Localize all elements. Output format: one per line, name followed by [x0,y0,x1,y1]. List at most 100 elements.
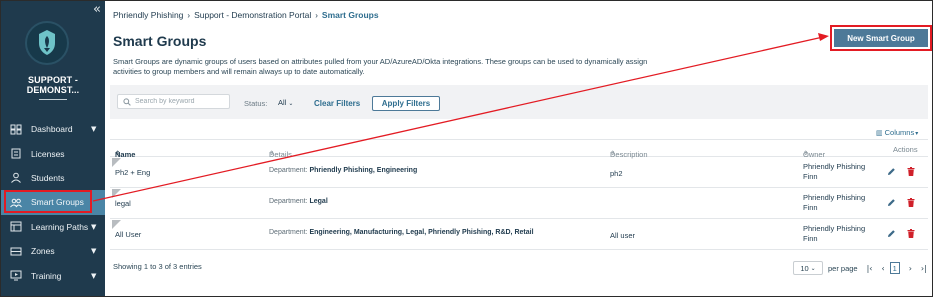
columns-icon: ▥ [876,129,883,137]
status-value: All [278,98,287,107]
annotation-highlight-box: New Smart Group [830,25,932,51]
sidebar-item-learning-paths[interactable]: Learning Paths ▼ [1,215,105,239]
training-icon [10,270,22,281]
owner-org: Phriendly Phishing [803,162,866,171]
per-page-select[interactable]: 10 ⌄ [793,261,823,275]
chevron-down-icon: ▼ [91,271,97,280]
delete-icon[interactable] [907,229,915,240]
breadcrumb-link[interactable]: Phriendly Phishing [113,10,183,20]
owner-name: Finn [803,172,818,181]
group-details: Department: Phriendly Phishing, Engineer… [269,167,417,174]
group-description: All user [610,231,636,240]
annotation-highlight-box [4,190,92,213]
sidebar-item-students[interactable]: Students [1,166,105,190]
edit-icon[interactable] [887,229,896,240]
owner-org: Phriendly Phishing [803,193,866,202]
learning-paths-icon [10,221,22,232]
column-header-actions: Actions [893,145,918,154]
page-number-current[interactable]: 1 [889,262,900,274]
delete-icon[interactable] [907,167,915,178]
group-details: Department: Legal [269,198,328,205]
columns-label: Columns [884,128,915,137]
owner-name: Finn [803,234,818,243]
delete-icon[interactable] [907,198,915,209]
filter-bar: Status: All⌄ Clear Filters Apply Filters [110,85,928,119]
sidebar-item-label: Zones [31,246,55,257]
owner-org: Phriendly Phishing [803,224,866,233]
sidebar-item-label: Training [31,270,62,281]
page-description: Smart Groups are dynamic groups of users… [113,57,648,76]
chevron-down-icon: ▾ [915,130,919,137]
group-owner: Phriendly Phishing Finn [803,224,865,244]
breadcrumb-current: Smart Groups [321,10,379,20]
owner-name: Finn [803,203,818,212]
edit-icon[interactable] [887,198,896,209]
sidebar-item-dashboard[interactable]: Dashboard ▼ [1,117,105,141]
chevron-down-icon: ▼ [91,222,97,231]
prev-page-icon[interactable]: ‹ [882,264,885,273]
collapse-sidebar-icon[interactable]: « [93,2,101,17]
chevron-down-icon: ▼ [91,247,97,256]
organization-name: SUPPORT - DEMONST... [26,75,80,95]
group-name: Ph2 + Eng [115,168,151,177]
group-owner: Phriendly Phishing Finn [803,162,865,182]
chevron-down-icon: ⌄ [288,100,294,107]
group-owner: Phriendly Phishing Finn [803,193,865,213]
search-icon [123,93,131,111]
next-page-icon[interactable]: › [909,264,912,273]
app-window: « SUPPORT - DEMONST... Dashboard ▼ Licen… [0,0,933,297]
row-marker [112,220,121,229]
sidebar-item-training[interactable]: Training ▼ [1,263,105,287]
breadcrumb-separator: › [187,11,191,20]
search-box[interactable] [117,94,230,109]
organization-logo [25,21,69,65]
group-details: Department: Engineering, Manufacturing, … [269,229,534,236]
main-content: Phriendly Phishing › Support - Demonstrati… [105,1,932,296]
last-page-icon[interactable]: ›| [921,264,927,273]
chevron-down-icon: ⌄ [810,264,816,272]
sidebar-item-licenses[interactable]: Licenses [1,141,105,165]
detail-value: Phriendly Phishing, Engineering [309,167,418,174]
table-row[interactable]: All User Department: Engineering, Manufa… [110,219,928,250]
status-select[interactable]: All ⌄ [278,98,293,107]
smart-groups-table: ⇕ Name ⇕ Details ⇕ Description ⇕ Owner Actio… [110,139,928,250]
apply-filters-button[interactable]: Apply Filters [372,96,440,111]
first-page-icon[interactable]: |‹ [867,264,873,273]
divider [39,99,67,100]
detail-label: Department: [269,198,308,205]
breadcrumb-link[interactable]: Support - Demonstration Portal [194,10,311,20]
per-page-value: 10 [800,263,809,273]
per-page-label: per page [828,263,858,273]
detail-label: Department: [269,229,308,236]
sidebar-item-label: Dashboard [31,124,73,135]
sidebar-item-zones[interactable]: Zones ▼ [1,239,105,263]
sidebar-item-label: Students [31,172,65,183]
licenses-icon [10,148,22,159]
chevron-down-icon: ▼ [91,125,97,134]
students-icon [10,172,22,184]
group-description: ph2 [610,169,623,178]
table-info: Showing 1 to 3 of 3 entries [113,262,202,271]
page-title: Smart Groups [113,33,207,49]
new-smart-group-button[interactable]: New Smart Group [834,29,928,47]
row-marker [112,158,121,167]
row-marker [112,189,121,198]
edit-icon[interactable] [887,167,896,178]
zones-icon [10,246,22,257]
dashboard-icon [10,124,22,135]
search-input[interactable] [135,98,225,105]
group-name: legal [115,199,131,208]
group-name: All User [115,230,142,239]
table-header: ⇕ Name ⇕ Details ⇕ Description ⇕ Owner Actio… [110,139,928,159]
sidebar: « SUPPORT - DEMONST... Dashboard ▼ Licen… [1,1,105,296]
status-label: Status: [244,99,268,108]
sidebar-item-label: Learning Paths [31,221,89,232]
detail-value: Legal [309,198,328,205]
breadcrumb: Phriendly Phishing › Support - Demonstrati… [113,10,379,20]
clear-filters-button[interactable]: Clear Filters [314,99,360,108]
table-row[interactable]: legal Department: Legal Phriendly Phishi… [110,188,928,219]
sidebar-item-label: Licenses [31,148,65,159]
table-row[interactable]: Ph2 + Eng Department: Phriendly Phishing… [110,157,928,188]
columns-button[interactable]: ▥ Columns▾ [876,128,918,137]
pagination: 10 ⌄ per page |‹ ‹ 1 › ›| [793,261,927,275]
